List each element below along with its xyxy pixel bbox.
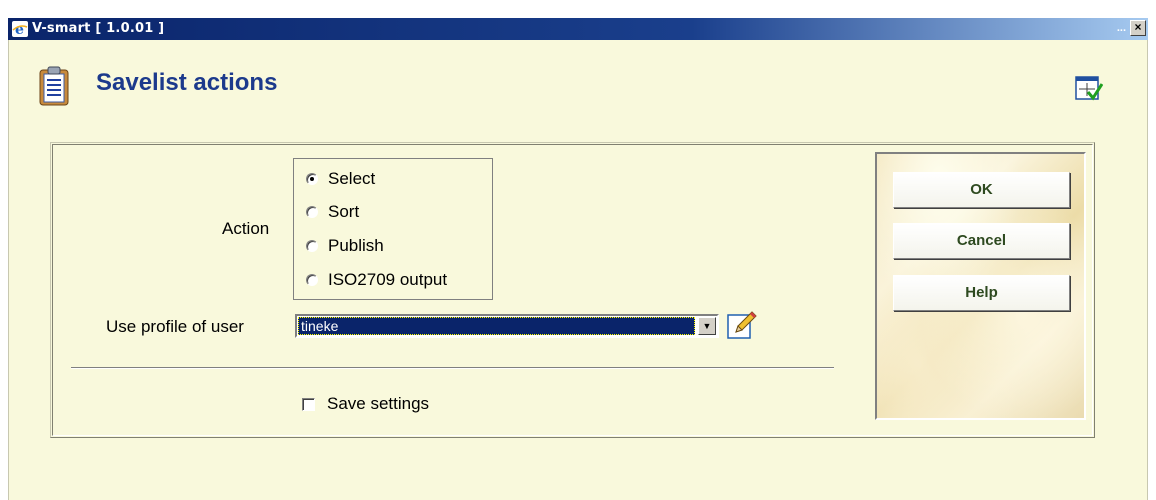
minimize-button[interactable]: ...	[1117, 22, 1126, 34]
page-title: Savelist actions	[96, 69, 278, 96]
radio-select[interactable]	[306, 173, 318, 185]
radio-sort-label[interactable]: Sort	[328, 202, 359, 222]
profile-select-value[interactable]: tineke	[298, 317, 695, 335]
ie-globe-icon: e	[12, 21, 28, 37]
save-settings-row[interactable]: Save settings	[302, 394, 429, 414]
window-check-icon[interactable]	[1075, 74, 1103, 102]
action-label: Action	[222, 219, 270, 238]
clipboard-list-icon	[39, 66, 69, 106]
radio-iso2709-label[interactable]: ISO2709 output	[328, 270, 447, 290]
profile-select[interactable]: tineke ▼	[295, 314, 719, 338]
save-settings-label[interactable]: Save settings	[327, 394, 429, 414]
cancel-button[interactable]: Cancel	[893, 223, 1070, 259]
radio-publish[interactable]	[306, 240, 318, 252]
radio-sort[interactable]	[306, 206, 318, 218]
radio-select-label[interactable]: Select	[328, 169, 375, 189]
ok-button[interactable]: OK	[893, 172, 1070, 208]
radio-option-select[interactable]: Select	[306, 168, 375, 190]
radio-iso2709[interactable]	[306, 274, 318, 286]
close-button[interactable]: ×	[1130, 20, 1146, 36]
radio-publish-label[interactable]: Publish	[328, 236, 384, 256]
separator	[71, 367, 834, 369]
radio-option-publish[interactable]: Publish	[306, 235, 384, 257]
chevron-down-icon[interactable]: ▼	[698, 317, 716, 335]
window-title: V-smart [ 1.0.01 ]	[32, 21, 165, 36]
radio-option-iso2709[interactable]: ISO2709 output	[306, 269, 447, 291]
pencil-icon[interactable]	[727, 310, 757, 340]
radio-option-sort[interactable]: Sort	[306, 201, 359, 223]
profile-label: Use profile of user	[106, 317, 244, 336]
action-radio-group: Select Sort Publish ISO2709 output	[293, 158, 493, 300]
save-settings-checkbox[interactable]	[302, 397, 315, 411]
help-button[interactable]: Help	[893, 275, 1070, 311]
svg-text:e: e	[15, 22, 24, 37]
title-bar: e V-smart [ 1.0.01 ] ... ×	[8, 18, 1148, 40]
